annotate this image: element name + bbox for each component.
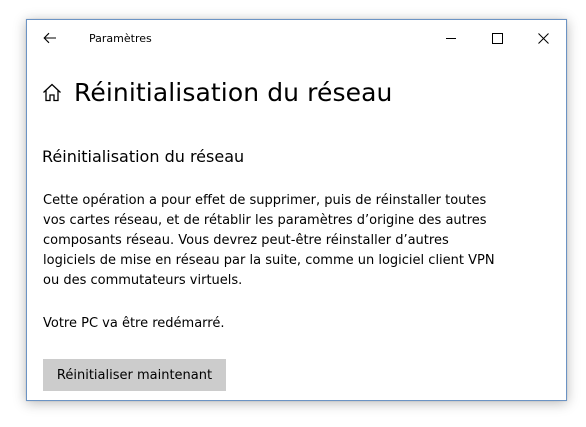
close-icon bbox=[537, 32, 549, 44]
title-bar: Paramètres bbox=[27, 20, 566, 56]
description-text: Cette opération a pour effet de supprime… bbox=[43, 193, 495, 288]
home-icon[interactable] bbox=[42, 83, 62, 102]
section-title: Réinitialisation du réseau bbox=[42, 147, 245, 166]
back-arrow-icon bbox=[43, 32, 56, 44]
page-title: Réinitialisation du réseau bbox=[74, 78, 393, 107]
back-button[interactable] bbox=[27, 20, 73, 56]
reset-now-button[interactable]: Réinitialiser maintenant bbox=[43, 359, 226, 391]
app-title: Paramètres bbox=[89, 32, 152, 45]
page-header: Réinitialisation du réseau bbox=[42, 78, 392, 107]
maximize-icon bbox=[491, 32, 503, 44]
minimize-button[interactable] bbox=[428, 20, 474, 56]
minimize-icon bbox=[445, 37, 456, 39]
restart-note: Votre PC va être redémarré. bbox=[43, 316, 225, 331]
maximize-button[interactable] bbox=[474, 20, 520, 56]
close-button[interactable] bbox=[520, 20, 566, 56]
settings-window: Paramètres Réinitialisation du réseau Ré… bbox=[26, 19, 567, 401]
